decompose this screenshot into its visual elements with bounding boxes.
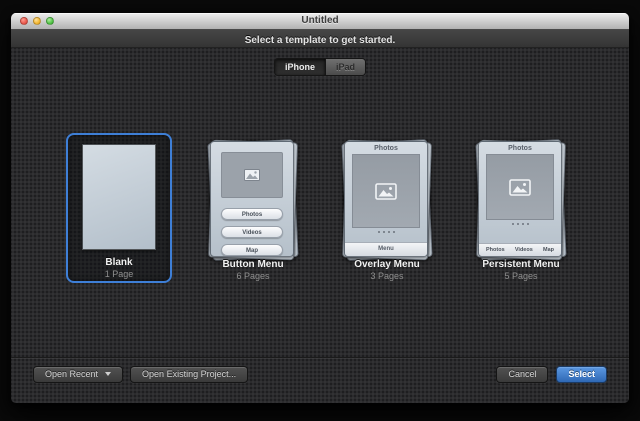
app-window: Untitled Select a template to get starte…	[11, 13, 629, 403]
window-titlebar: Untitled	[11, 13, 629, 30]
preview-button-map: Map	[221, 244, 283, 256]
template-chooser: iPhone iPad Blank 1 Page	[11, 48, 629, 403]
cancel-label: Cancel	[508, 369, 536, 379]
footer-bar: Open Recent Open Existing Project... Can…	[11, 357, 629, 403]
dropdown-arrow-icon	[105, 372, 111, 376]
prompt-text: Select a template to get started.	[245, 35, 396, 46]
template-page-count: 1 Page	[68, 269, 170, 279]
zoom-window-button[interactable]	[46, 17, 54, 25]
template-list: Blank 1 Page	[11, 133, 629, 283]
prompt-bar: Select a template to get started.	[11, 30, 629, 48]
overlay-menu-card: Photos Menu	[344, 141, 428, 257]
blank-page-preview	[82, 144, 156, 250]
template-persistent-menu[interactable]: Photos	[468, 133, 574, 283]
select-button[interactable]: Select	[556, 366, 607, 383]
window-title: Untitled	[11, 13, 629, 29]
image-placeholder	[486, 154, 554, 220]
template-blank[interactable]: Blank 1 Page	[66, 133, 172, 283]
button-menu-preview: Photos Videos Map	[205, 137, 301, 263]
preview-button-videos: Videos	[221, 226, 283, 238]
page-indicator-dots	[512, 223, 529, 225]
footer-right-group: Cancel Select	[496, 366, 607, 383]
preview-button-photos: Photos	[221, 208, 283, 220]
template-overlay-menu[interactable]: Photos Menu	[334, 133, 440, 283]
device-toggle-iphone[interactable]: iPhone	[275, 59, 325, 75]
select-label: Select	[568, 369, 595, 379]
preview-page-title: Photos	[508, 145, 532, 152]
template-name: Overlay Menu	[334, 259, 440, 270]
persistent-menu-card: Photos	[478, 141, 562, 257]
template-button-menu[interactable]: Photos Videos Map Button Menu 6 Pages	[200, 133, 306, 283]
close-window-button[interactable]	[20, 17, 28, 25]
preview-page-title: Photos	[374, 145, 398, 152]
template-page-count: 5 Pages	[468, 271, 574, 281]
open-recent-label: Open Recent	[45, 369, 98, 379]
image-placeholder	[221, 152, 283, 198]
template-page-count: 6 Pages	[200, 271, 306, 281]
minimize-window-button[interactable]	[33, 17, 41, 25]
preview-tab-bar: Photos Videos Map	[479, 243, 561, 256]
persistent-menu-preview: Photos	[473, 137, 569, 263]
template-name: Button Menu	[200, 259, 306, 270]
image-placeholder	[352, 154, 420, 228]
open-existing-project-button[interactable]: Open Existing Project...	[130, 366, 248, 383]
device-toggle-ipad[interactable]: iPad	[325, 59, 365, 75]
open-recent-button[interactable]: Open Recent	[33, 366, 123, 383]
page-indicator-dots	[378, 231, 395, 233]
template-name: Blank	[68, 257, 170, 268]
window-controls	[20, 17, 54, 25]
photo-icon	[375, 183, 397, 200]
desktop-background: Untitled Select a template to get starte…	[0, 0, 640, 421]
preview-menu-bar: Menu	[345, 242, 427, 256]
template-name: Persistent Menu	[468, 259, 574, 270]
template-page-count: 3 Pages	[334, 271, 440, 281]
photo-icon	[244, 169, 260, 181]
button-menu-card: Photos Videos Map	[210, 141, 294, 257]
preview-tab-map: Map	[543, 244, 554, 256]
open-existing-label: Open Existing Project...	[142, 369, 236, 379]
photo-icon	[509, 179, 531, 196]
preview-tab-videos: Videos	[515, 244, 533, 256]
device-toggle: iPhone iPad	[274, 58, 366, 76]
overlay-menu-preview: Photos Menu	[339, 137, 435, 263]
footer-left-group: Open Recent Open Existing Project...	[33, 366, 248, 383]
cancel-button[interactable]: Cancel	[496, 366, 548, 383]
preview-tab-photos: Photos	[486, 244, 505, 256]
